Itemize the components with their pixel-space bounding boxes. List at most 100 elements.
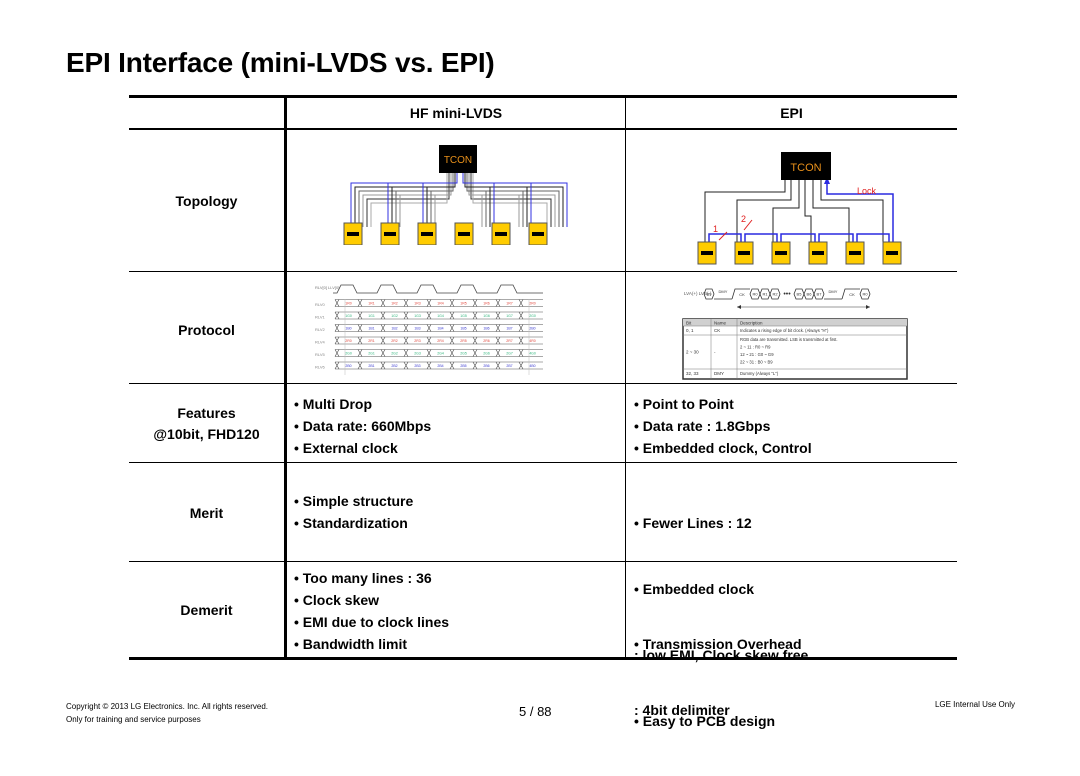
lane-label: RLV0 bbox=[315, 302, 325, 307]
bit-transition bbox=[380, 311, 386, 320]
epi-marker-1: 1 bbox=[713, 224, 718, 234]
demerit-epi-list: • Transmission Overhead : 4bit delimiter bbox=[634, 589, 802, 765]
bit-value: 1R2 bbox=[391, 302, 397, 306]
table-top-rule bbox=[129, 95, 957, 98]
bit-value: 1G5 bbox=[460, 314, 467, 318]
epi-topology-diagram: TCON Lock 1 2 bbox=[697, 152, 902, 265]
bit-value: 2G7 bbox=[506, 352, 513, 356]
bit-transition bbox=[403, 311, 409, 320]
bit-transition bbox=[449, 336, 455, 345]
bit-transition bbox=[357, 349, 363, 357]
bit-value: 2R4 bbox=[437, 339, 443, 343]
segment-label: R1 bbox=[762, 292, 768, 297]
bit-table-name: CK bbox=[714, 328, 720, 333]
list-item: • External clock bbox=[294, 440, 398, 456]
list-item: • EMI due to clock lines bbox=[294, 614, 450, 630]
epi-marker-1-slash bbox=[718, 231, 728, 241]
bit-value: 1R4 bbox=[437, 302, 443, 306]
bit-value: 1B3 bbox=[414, 327, 420, 331]
segment-label: R2 bbox=[772, 292, 778, 297]
bit-value: 1G3 bbox=[414, 314, 421, 318]
bit-value: 2B7 bbox=[506, 364, 512, 368]
epi-timing-diagram: LVA(+) LVB(-)B9 DMYCK R0 R1 R2 ••• B5 B6 B7 DMYCK… bbox=[684, 288, 871, 309]
bit-value: 2B1 bbox=[368, 364, 374, 368]
column-divider-1 bbox=[284, 95, 287, 660]
bit-value: 1R5 bbox=[460, 302, 466, 306]
bit-value: 1R7 bbox=[506, 302, 512, 306]
bit-transition bbox=[449, 324, 455, 332]
page-number: 5 / 88 bbox=[519, 704, 552, 719]
bit-transition bbox=[449, 361, 455, 370]
bit-table-description: Dummy (Always "L") bbox=[740, 371, 779, 376]
bit-value: 2R1 bbox=[368, 339, 374, 343]
bit-value: 2G1 bbox=[368, 352, 375, 356]
segment-label: B5 bbox=[797, 292, 803, 297]
bit-value: 4R0 bbox=[529, 339, 535, 343]
bit-value: 1B4 bbox=[437, 327, 443, 331]
segment-label: DMY bbox=[719, 289, 728, 294]
list-item: • Simple structure bbox=[294, 493, 414, 509]
slide-title: EPI Interface (mini-LVDS vs. EPI) bbox=[66, 47, 495, 78]
receiver-icon bbox=[734, 241, 754, 265]
bit-transition bbox=[380, 361, 386, 370]
list-item: • Too many lines : 36 bbox=[294, 570, 432, 586]
bit-value: 2B0 bbox=[345, 364, 351, 368]
epi-receivers bbox=[697, 241, 902, 265]
bit-value: 2B6 bbox=[483, 364, 489, 368]
header-epi: EPI bbox=[780, 105, 803, 121]
bit-value: 2G0 bbox=[529, 314, 536, 318]
bit-transition bbox=[357, 311, 363, 320]
bit-value: 4G0 bbox=[529, 352, 536, 356]
bit-value: 2B4 bbox=[437, 364, 443, 368]
bit-value: 1R3 bbox=[414, 302, 420, 306]
bit-transition bbox=[518, 299, 524, 307]
merit-mini-lvds-list: • Simple structure • Standardization bbox=[294, 490, 413, 534]
bit-table-description: RGB data are transmitted. LSB is transmi… bbox=[740, 337, 838, 342]
bit-value: 2R5 bbox=[460, 339, 466, 343]
bit-transition bbox=[518, 349, 524, 357]
epi-bit-table: Bit Name Description 0, 1 CK Indicates a risi… bbox=[682, 318, 908, 380]
bit-transition bbox=[518, 311, 524, 320]
bit-table-header: Bit bbox=[686, 321, 692, 326]
bit-value: 2R2 bbox=[391, 339, 397, 343]
bit-table-header: Description bbox=[740, 321, 763, 326]
arrow-right bbox=[866, 305, 870, 309]
receiver-icon bbox=[454, 222, 474, 245]
segment-label: R0 bbox=[862, 292, 868, 297]
demerit-mini-lvds-list: • Too many lines : 36 • Clock skew • EMI… bbox=[294, 567, 449, 655]
bit-transition bbox=[334, 324, 340, 332]
row-label-topology: Topology bbox=[175, 193, 238, 209]
bit-value: 2B0 bbox=[529, 327, 535, 331]
lane-label: RLV2 bbox=[315, 327, 325, 332]
bit-transition bbox=[380, 336, 386, 345]
bit-value: 1G0 bbox=[345, 314, 352, 318]
bit-transition bbox=[472, 361, 478, 370]
bit-value: 2R0 bbox=[529, 302, 535, 306]
receiver-icon bbox=[845, 241, 865, 265]
mini-lvds-bus-lines bbox=[350, 173, 568, 227]
receiver-icon bbox=[697, 241, 717, 265]
bit-transition bbox=[472, 299, 478, 307]
bit-transition bbox=[449, 311, 455, 320]
bit-value: 1G7 bbox=[506, 314, 513, 318]
bit-transition bbox=[426, 324, 432, 332]
list-item: • Clock skew bbox=[294, 592, 380, 608]
mini-lvds-timing-diagram: RLV[0] LLV[0] RLV0 1R0 1R1 1R2 1R3 1R4 1R5 1R6 1R… bbox=[315, 284, 543, 375]
segment-label: CK bbox=[849, 292, 855, 297]
bit-transition bbox=[380, 349, 386, 357]
bit-value: 1G6 bbox=[483, 314, 490, 318]
row-rule-features bbox=[129, 462, 957, 463]
bit-transition bbox=[449, 299, 455, 307]
bit-transition bbox=[426, 336, 432, 345]
bit-value: 1B5 bbox=[460, 327, 466, 331]
features-mini-lvds-list: • Multi Drop • Data rate: 660Mbps • Exte… bbox=[294, 393, 431, 459]
header-mini-lvds: HF mini-LVDS bbox=[409, 105, 503, 121]
features-epi-list: • Point to Point • Data rate : 1.8Gbps •… bbox=[634, 393, 812, 459]
receiver-icon bbox=[771, 241, 791, 265]
bit-table-description: Indicates a rising edge of bit clock. (A… bbox=[740, 328, 829, 333]
bit-value: 2G0 bbox=[345, 352, 352, 356]
row-label-features: Features @10bit, FHD120 bbox=[129, 403, 284, 445]
bit-value: 1B7 bbox=[506, 327, 512, 331]
bit-value: 2G5 bbox=[460, 352, 467, 356]
epi-marker-2: 2 bbox=[741, 214, 746, 224]
